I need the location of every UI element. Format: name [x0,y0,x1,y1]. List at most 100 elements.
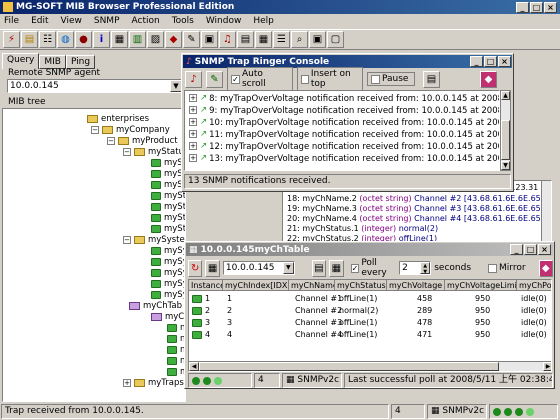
table-agent-combo[interactable]: 10.0.0.145 ▼ [222,261,295,275]
graph-icon[interactable]: ▨ [147,31,164,48]
save-icon[interactable]: ▤ [311,259,327,277]
maximize-icon[interactable]: □ [484,56,497,67]
expand-icon[interactable]: + [189,142,197,150]
mib-icon[interactable]: ▤ [237,31,254,48]
info-icon[interactable]: i [93,31,110,48]
expand-icon[interactable]: + [123,378,131,387]
menu-action[interactable]: Action [132,16,160,26]
globe-icon[interactable]: ◍ [57,31,74,48]
menu-help[interactable]: Help [253,16,274,26]
tree-leaf-mystatustimeticks[interactable]: myStatusTimeTicks [151,223,185,234]
table-row[interactable]: 2 2 Channel #2 normal(2) 289 950 idle(0) [189,305,551,317]
column-header[interactable]: Instance [189,280,223,291]
tree-node-mysystem[interactable]: −mySystem [123,234,185,245]
tree-leaf[interactable]: n [167,355,185,366]
tree-leaf[interactable]: n [167,344,185,355]
menu-window[interactable]: Window [206,16,242,26]
poll-checkbox[interactable]: ✓ Poll every [350,258,396,278]
scroll-up-icon[interactable]: ▲ [501,91,510,100]
collapse-icon[interactable]: − [107,136,115,145]
scroll-thumb[interactable] [501,120,510,160]
query-scrollbar[interactable] [541,181,551,249]
tab-mib[interactable]: MIB [39,55,66,69]
tree-leaf-mystatusgauge32[interactable]: myStatusGauge32 [151,201,185,212]
expand-icon[interactable]: + [189,154,197,162]
tree-leaf[interactable]: mySy [151,289,185,300]
table-title-bar[interactable]: ▦ 10.0.0.145myChTable _ □ × [186,243,553,256]
menu-snmp[interactable]: SNMP [94,16,120,26]
stop-icon[interactable]: ▦ [205,259,220,277]
tree-node-myproduct[interactable]: − myProduct [107,135,178,146]
column-header[interactable]: myChVoltageLimit [445,280,517,291]
table-row[interactable]: 4 4 Channel #4 offLine(1) 471 950 idle(0… [189,329,551,341]
mirror-checkbox[interactable]: Mirror [488,263,526,273]
save-icon[interactable]: ▤ [423,70,440,88]
expand-icon[interactable]: + [189,130,197,138]
maximize-icon[interactable]: □ [524,244,537,255]
menu-file[interactable]: File [4,16,19,26]
close-icon[interactable]: × [538,244,551,255]
chart-icon[interactable]: ▥ [129,31,146,48]
expand-icon[interactable]: + [189,118,197,126]
trap-row[interactable]: + ↗ 9: myTrapOverVoltage notification rece… [189,104,499,116]
scroll-down-icon[interactable]: ▼ [501,161,510,170]
minimize-icon[interactable]: _ [470,56,483,67]
scroll-left-icon[interactable]: ◀ [189,362,199,371]
list-icon[interactable]: ☰ [273,31,290,48]
column-header[interactable]: myChPow [517,280,551,291]
tree-leaf-mystatuscounter[interactable]: myStatusCounter [151,212,185,223]
menu-edit[interactable]: Edit [31,16,48,26]
collapse-icon[interactable]: − [123,147,131,156]
menu-tools[interactable]: Tools [172,16,194,26]
table-row[interactable]: 3 3 Channel #3 offLine(1) 478 950 idle(0… [189,317,551,329]
refresh-icon[interactable]: ↻ [188,259,203,277]
close-icon[interactable]: × [498,56,511,67]
table-grid-icon[interactable]: ▦ [329,259,344,277]
grid-icon[interactable]: ▦ [255,31,272,48]
close-icon[interactable]: × [544,2,557,13]
collapse-icon[interactable]: − [91,125,99,134]
tree-leaf-mysystemstring[interactable]: mySystemString [151,245,185,256]
expand-icon[interactable]: + [189,106,197,114]
trap-row[interactable]: + ↗ 12: myTrapOverVoltage notification rec… [189,140,499,152]
compile-icon[interactable]: ▣ [309,31,326,48]
trap-row[interactable]: + ↗ 11: myTrapOverVoltage notification rec… [189,128,499,140]
scroll-thumb[interactable] [199,362,499,371]
poll-interval-input[interactable]: 2 ▲ ▼ [399,261,432,275]
horizontal-scrollbar[interactable]: ◀ ▶ [189,361,551,371]
tree-node-mycompany[interactable]: − myCompany [91,124,170,135]
tool-icon[interactable]: ✎ [183,31,200,48]
column-header[interactable]: myChIndex[IDX] [223,280,289,291]
open-icon[interactable]: ▤ [21,31,38,48]
agent-combo[interactable]: 10.0.0.145 ▼ [7,79,183,93]
trap-scrollbar[interactable]: ▲ ▼ [500,90,511,171]
minimize-icon[interactable]: _ [516,2,529,13]
monitor-icon[interactable]: ▣ [201,31,218,48]
auto-scroll-checkbox[interactable]: ✓ Auto scroll [227,67,293,91]
tab-query[interactable]: Query [2,53,40,69]
menu-view[interactable]: View [61,16,82,26]
search-icon[interactable]: ⌕ [291,31,308,48]
tree-leaf[interactable]: n [167,333,185,344]
column-header[interactable]: myChName [289,280,335,291]
pause-checkbox[interactable]: Pause [367,72,415,86]
tree-node-mychentry[interactable]: myCh [151,311,185,322]
tree-leaf[interactable]: mySy [151,278,185,289]
bell-icon[interactable]: ♫ [219,31,236,48]
collapse-icon[interactable]: − [123,235,131,244]
trap-settings-icon[interactable]: ♪ [185,70,202,88]
clear-icon[interactable]: ✎ [206,70,223,88]
tab-ping[interactable]: Ping [65,55,96,69]
trap-icon[interactable]: ◆ [165,31,182,48]
column-header[interactable]: myChVoltage [387,280,445,291]
walk-icon[interactable]: ● [75,31,92,48]
maximize-icon[interactable]: □ [530,2,543,13]
tree-node-enterprises[interactable]: enterprises [87,113,149,124]
window-icon[interactable]: ▢ [327,31,344,48]
properties-icon[interactable]: ☷ [39,31,56,48]
table-row[interactable]: 1 1 Channel #1 offLine(1) 458 950 idle(0… [189,293,551,305]
trap-row[interactable]: + ↗ 8: myTrapOverVoltage notification rece… [189,92,499,104]
tree-node-mychtable[interactable]: myChTab [129,300,182,311]
connect-icon[interactable]: ⚡ [3,31,20,48]
scroll-right-icon[interactable]: ▶ [543,362,551,371]
